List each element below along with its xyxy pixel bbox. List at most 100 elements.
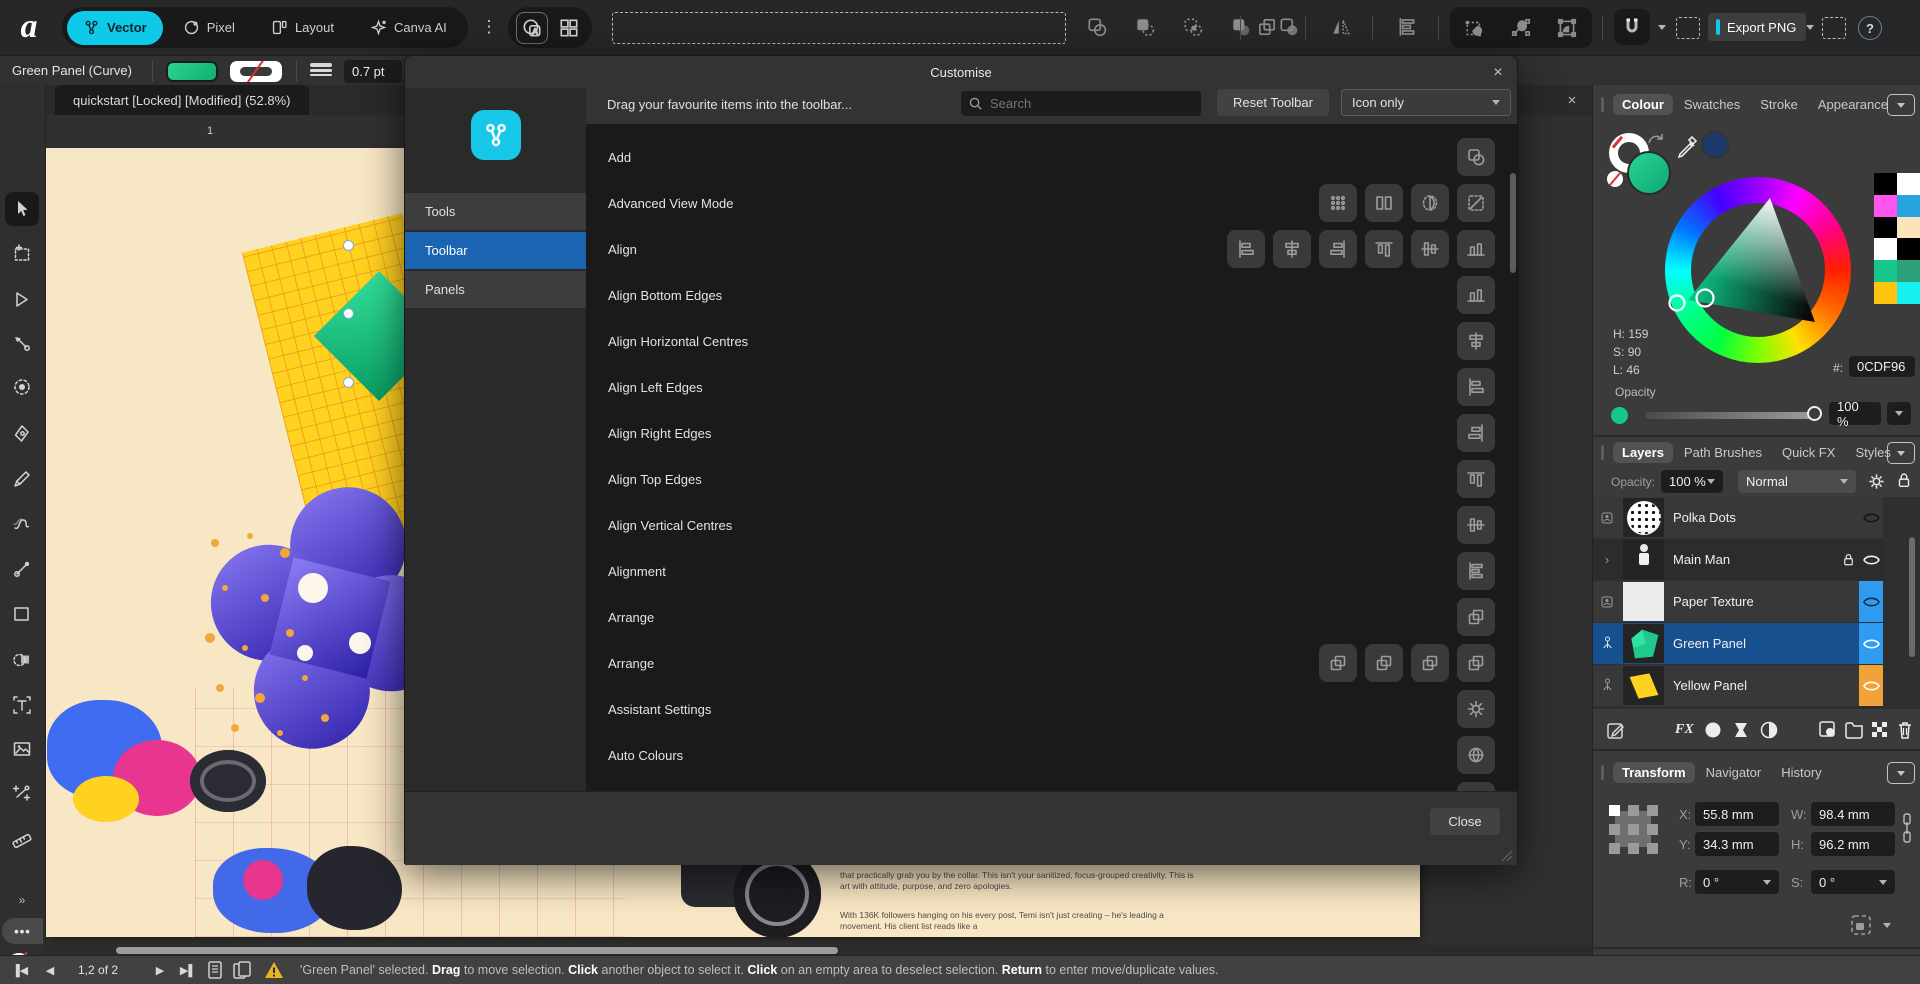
toolbar-drop-zone[interactable]	[612, 12, 1066, 44]
close-button[interactable]: Close	[1430, 808, 1500, 835]
next-page-button[interactable]: ▶	[152, 961, 168, 979]
expand-tools-button[interactable]: »	[12, 891, 32, 909]
swatch[interactable]	[1874, 173, 1897, 195]
blend-mode-dropdown[interactable]: Normal	[1738, 470, 1856, 493]
export-dropdown-chevron[interactable]	[1806, 25, 1814, 30]
new-pixel-layer-icon[interactable]	[1817, 719, 1839, 741]
align-centre-vertical-icon[interactable]	[1411, 230, 1449, 268]
dialog-item-list[interactable]: Add Advanced View Mode Align Align Botto…	[586, 124, 1519, 791]
tab-layers[interactable]: Layers	[1613, 442, 1673, 463]
frame-text-tool[interactable]	[5, 688, 39, 722]
swatch[interactable]	[1897, 260, 1920, 283]
link-dimensions-icon[interactable]	[1901, 810, 1913, 846]
transform-objects-separately-icon[interactable]	[1460, 13, 1490, 43]
mirror-icon[interactable]	[1326, 12, 1356, 42]
auto-colours-icon[interactable]	[1457, 736, 1495, 774]
layer-row-green-panel[interactable]: Green Panel	[1593, 623, 1883, 664]
list-item[interactable]: Alignment	[586, 552, 1519, 590]
move-tool[interactable]	[5, 192, 39, 226]
adjustment-layer-icon[interactable]	[1731, 720, 1751, 740]
layers-scrollbar[interactable]	[1909, 537, 1915, 657]
boolean-add-icon[interactable]	[1082, 12, 1112, 42]
alignment-icon[interactable]	[1392, 12, 1422, 42]
cropped-icon[interactable]	[1457, 782, 1495, 791]
rectangle-tool[interactable]	[5, 597, 39, 631]
swatch[interactable]	[1874, 216, 1897, 239]
list-item[interactable]: Advanced View Mode	[586, 184, 1519, 222]
visibility-toggle-visible[interactable]	[1859, 665, 1883, 706]
studio-presets-icon[interactable]	[554, 13, 584, 43]
list-item[interactable]: Assistant Settings	[586, 690, 1519, 728]
layer-row-paper-texture[interactable]: Paper Texture	[1593, 581, 1883, 622]
swatch[interactable]	[1897, 238, 1920, 261]
snapping-dropdown-chevron[interactable]	[1658, 25, 1666, 30]
move-forward-icon[interactable]	[1411, 644, 1449, 682]
no-colour-well[interactable]	[1607, 171, 1623, 187]
pixel-grid-view-icon[interactable]	[1319, 184, 1357, 222]
move-to-front-icon[interactable]	[1457, 644, 1495, 682]
dialog-search-box[interactable]	[961, 91, 1201, 116]
toolbar-overflow-menu[interactable]: ⋮	[480, 13, 498, 41]
list-item[interactable]: Auto Colours	[586, 736, 1519, 774]
align-top-icon[interactable]	[1365, 230, 1403, 268]
swatch[interactable]	[1874, 260, 1897, 283]
layer-thumbnail[interactable]	[1623, 624, 1664, 663]
layer-row-main-man[interactable]: › Main Man	[1593, 539, 1883, 580]
layers-panel-menu-icon[interactable]	[1887, 442, 1915, 464]
measure-tool[interactable]	[5, 822, 39, 856]
search-input[interactable]	[988, 95, 1172, 112]
align-bottom-icon[interactable]	[1457, 230, 1495, 268]
boolean-intersect-icon[interactable]	[1178, 12, 1208, 42]
shear-field[interactable]: 0 °	[1811, 870, 1895, 894]
persona-tab-canva-ai[interactable]: Canva AI	[354, 11, 463, 45]
resize-grip-icon[interactable]	[1501, 850, 1513, 862]
dialog-tab-toolbar[interactable]: Toolbar	[405, 232, 586, 269]
h-scrollbar-thumb[interactable]	[116, 946, 838, 954]
corner-tool[interactable]	[5, 370, 39, 404]
align-left-icon[interactable]	[1457, 368, 1495, 406]
list-item[interactable]: Arrange	[586, 598, 1519, 636]
tab-colour[interactable]: Colour	[1613, 94, 1673, 115]
list-item[interactable]: Align Horizontal Centres	[586, 322, 1519, 360]
align-right-icon[interactable]	[1319, 230, 1357, 268]
expand-layer-icon[interactable]: ›	[1593, 539, 1621, 580]
visibility-toggle-hidden[interactable]	[1859, 497, 1883, 538]
split-view-icon[interactable]	[1365, 184, 1403, 222]
node-tool[interactable]	[5, 283, 39, 317]
list-item[interactable]: Align Right Edges	[586, 414, 1519, 452]
arrange-icon[interactable]	[1457, 598, 1495, 636]
opacity-slider-thumb[interactable]	[1807, 406, 1822, 421]
persona-tab-layout[interactable]: Layout	[255, 11, 350, 45]
assistant-warning-icon[interactable]	[264, 960, 284, 980]
pen-tool[interactable]	[5, 417, 39, 451]
lock-layer-icon[interactable]	[1895, 471, 1913, 489]
list-item[interactable]: Arrange	[586, 644, 1519, 682]
tab-navigator[interactable]: Navigator	[1697, 762, 1771, 783]
tab-transform[interactable]: Transform	[1613, 762, 1695, 783]
align-centre-horizontal-icon[interactable]	[1273, 230, 1311, 268]
new-group-icon[interactable]	[1843, 719, 1865, 741]
opacity-slider[interactable]	[1645, 412, 1817, 419]
fill-swatch[interactable]	[166, 61, 218, 82]
anchor-point-selector[interactable]	[1607, 803, 1659, 855]
snapping-button[interactable]	[1614, 9, 1650, 45]
alignment-icon[interactable]	[1457, 552, 1495, 590]
first-page-button[interactable]: ▐◀	[10, 961, 30, 979]
tab-quick-fx[interactable]: Quick FX	[1773, 442, 1844, 463]
document-tab[interactable]: quickstart [Locked] [Modified] (52.8%)	[55, 85, 309, 115]
panel-drag-handle[interactable]	[1601, 97, 1604, 112]
align-centre-horizontal-icon[interactable]	[1457, 322, 1495, 360]
visibility-toggle-visible[interactable]	[1859, 623, 1883, 664]
facing-pages-view-icon[interactable]	[232, 960, 252, 981]
visibility-toggle-hidden[interactable]	[1859, 581, 1883, 622]
align-right-icon[interactable]	[1457, 414, 1495, 452]
tab-path-brushes[interactable]: Path Brushes	[1675, 442, 1771, 463]
stroke-style-icon[interactable]	[310, 63, 332, 79]
layer-opacity-dropdown[interactable]: 100 %	[1661, 470, 1723, 493]
live-filter-icon[interactable]	[1759, 720, 1779, 740]
transform-mode-icon[interactable]	[1849, 913, 1873, 937]
visibility-toggle-visible[interactable]	[1859, 539, 1883, 580]
y-field[interactable]: 34.3 mm	[1695, 832, 1779, 856]
layer-thumbnail[interactable]	[1623, 666, 1664, 705]
duplicate-stack-icon[interactable]	[1252, 12, 1282, 42]
